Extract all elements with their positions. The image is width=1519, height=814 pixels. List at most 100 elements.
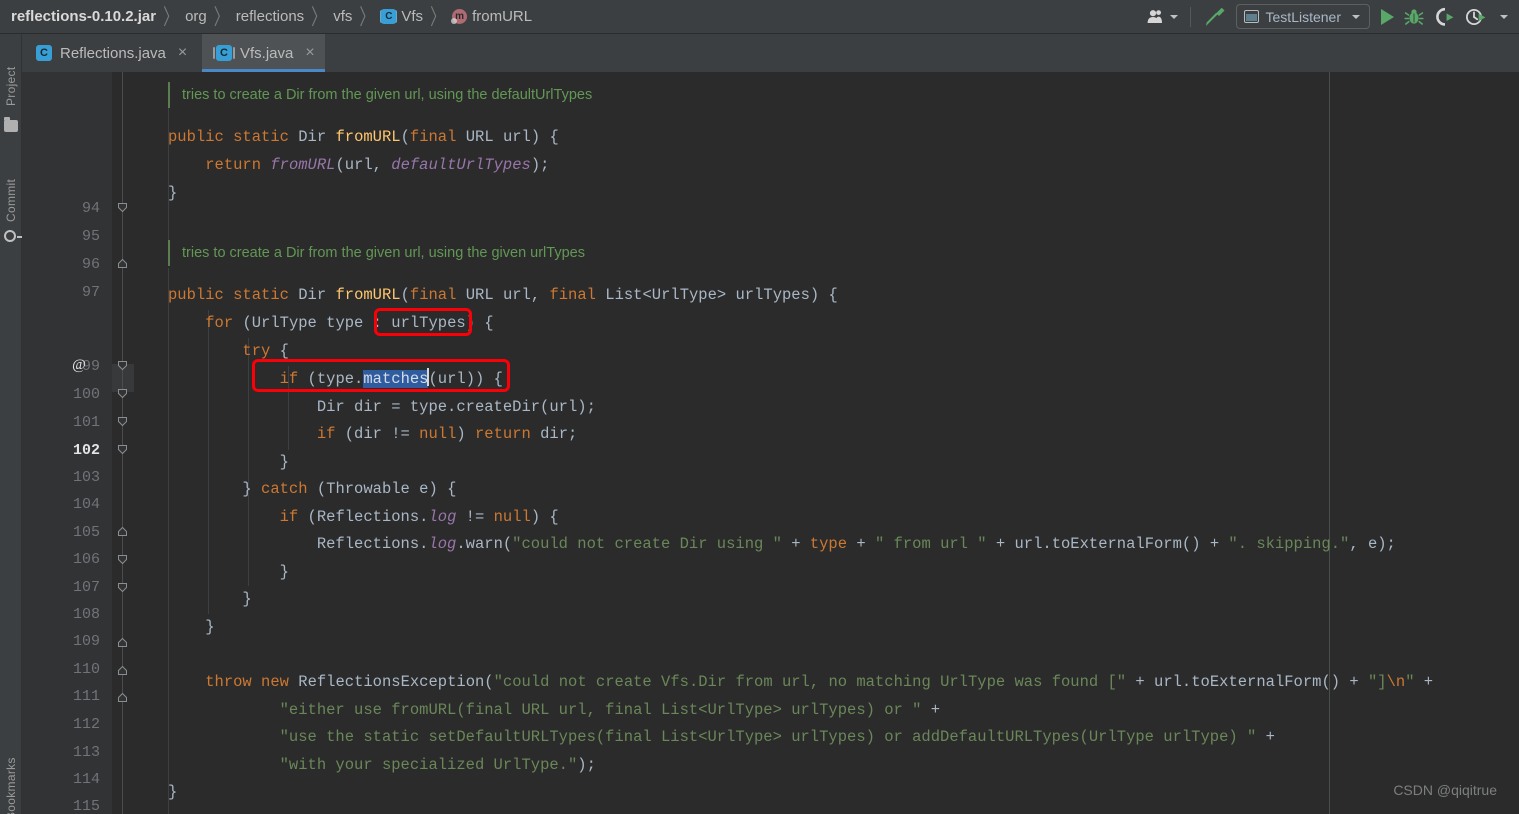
fold-marker-end[interactable] — [117, 258, 128, 269]
code-line-108[interactable]: Reflections.log.warn("could not create D… — [168, 530, 1396, 558]
code-line-113[interactable]: throw new ReflectionsException("could no… — [168, 668, 1433, 696]
class-icon: C — [381, 9, 396, 24]
chevron-down-icon — [1170, 15, 1178, 19]
fold-marker-expanded[interactable] — [117, 360, 128, 371]
code-line-112[interactable] — [168, 640, 177, 668]
breadcrumb-label: reflections — [236, 8, 304, 25]
run-play-icon — [1381, 9, 1394, 25]
fold-marker-expanded[interactable] — [117, 388, 128, 399]
line-number: 100 — [73, 381, 100, 409]
breadcrumb-separator: 〉 — [163, 1, 178, 31]
code-line-101[interactable]: try { — [168, 337, 289, 365]
code-line-97[interactable] — [168, 207, 177, 235]
user-profile-button[interactable] — [1142, 4, 1183, 30]
code-line-116[interactable]: "with your specialized UrlType."); — [168, 751, 596, 779]
breadcrumb-label: vfs — [333, 8, 352, 25]
fold-marker-expanded[interactable] — [117, 444, 128, 455]
sidebar-item-label: Commit — [4, 179, 18, 222]
breadcrumb-label: org — [185, 8, 207, 25]
code-line-105[interactable]: } — [168, 448, 289, 476]
breadcrumb-item-fromurl-method[interactable]: m fromURL — [452, 8, 532, 25]
line-number-current: 102 — [73, 437, 100, 465]
fold-marker-expanded[interactable] — [117, 554, 128, 565]
close-icon[interactable]: × — [305, 45, 314, 61]
line-number-gutter[interactable]: 94 95 96 97 99 100 101 102 103 104 105 1… — [22, 72, 112, 814]
code-line-114[interactable]: "either use fromURL(final URL url, final… — [168, 696, 940, 724]
run-with-profiler-icon — [1465, 7, 1486, 27]
code-line-95[interactable]: return fromURL(url, defaultUrlTypes); — [168, 151, 549, 179]
line-number: 114 — [73, 766, 100, 794]
java-class-icon: C — [36, 45, 52, 61]
run-configuration-selector[interactable]: TestListener — [1236, 4, 1370, 29]
right-margin-guide — [1329, 72, 1330, 814]
breadcrumb-label: reflections-0.10.2.jar — [11, 8, 156, 25]
code-line-100[interactable]: for (UrlType type : urlTypes) { — [168, 309, 494, 337]
tab-vfs-java[interactable]: C Vfs.java × — [202, 34, 325, 72]
commit-icon — [4, 230, 16, 242]
breadcrumb: reflections-0.10.2.jar 〉 org 〉 reflectio… — [0, 0, 532, 34]
toolbar-divider — [1190, 7, 1191, 27]
line-number: 96 — [82, 251, 100, 279]
code-line-110[interactable]: } — [168, 585, 252, 613]
fold-marker-expanded[interactable] — [117, 202, 128, 213]
code-line-94[interactable]: public static Dir fromURL(final URL url)… — [168, 123, 559, 151]
code-line-111[interactable]: } — [168, 613, 215, 641]
tab-reflections-java[interactable]: C Reflections.java × — [22, 34, 197, 72]
code-line-109[interactable]: } — [168, 558, 289, 586]
code-line-117[interactable]: } — [168, 778, 177, 806]
more-actions-button[interactable] — [1491, 4, 1513, 30]
code-line-102[interactable]: if (type.matches(url)) { — [168, 365, 503, 393]
sidebar-item-commit[interactable]: Commit — [0, 150, 22, 222]
debug-button[interactable] — [1399, 4, 1429, 30]
breadcrumb-separator: 〉 — [359, 1, 374, 31]
code-line-104[interactable]: if (dir != null) return dir; — [168, 420, 577, 448]
fold-marker-expanded[interactable] — [117, 582, 128, 593]
code-line-106[interactable]: } catch (Throwable e) { — [168, 475, 456, 503]
code-line-96[interactable]: } — [168, 179, 177, 207]
line-number: 101 — [73, 409, 100, 437]
fold-marker-end[interactable] — [117, 665, 128, 676]
doc-comment-bar — [168, 240, 170, 266]
line-number: 112 — [73, 711, 100, 739]
doc-comment[interactable]: tries to create a Dir from the given url… — [182, 81, 592, 109]
breadcrumb-item-reflections[interactable]: reflections — [236, 8, 304, 25]
editor-tab-bar: C Reflections.java × C Vfs.java × — [22, 34, 1519, 72]
application-window-icon — [1244, 10, 1259, 23]
build-button[interactable] — [1198, 4, 1234, 30]
run-configuration-label: TestListener — [1266, 9, 1341, 25]
watermark: CSDN @qiqitrue — [1393, 782, 1497, 798]
line-number: 108 — [73, 601, 100, 629]
method-icon: m — [452, 9, 467, 24]
breadcrumb-item-jar[interactable]: reflections-0.10.2.jar — [11, 8, 156, 25]
fold-marker-end[interactable] — [117, 637, 128, 648]
code-line-115[interactable]: "use the static setDefaultURLTypes(final… — [168, 723, 1275, 751]
breadcrumb-item-vfs-package[interactable]: vfs — [333, 8, 352, 25]
sidebar-item-project[interactable]: Project — [0, 38, 22, 106]
ide-window: reflections-0.10.2.jar 〉 org 〉 reflectio… — [0, 0, 1519, 814]
code-line-103[interactable]: Dir dir = type.createDir(url); — [168, 393, 596, 421]
close-icon[interactable]: × — [178, 45, 187, 61]
code-folding-gutter[interactable]: @ — [112, 72, 134, 814]
code-line-107[interactable]: if (Reflections.log != null) { — [168, 503, 559, 531]
line-number: 110 — [73, 656, 100, 684]
run-with-profiler-button[interactable] — [1460, 4, 1491, 30]
code-text-area[interactable]: tries to create a Dir from the given url… — [134, 72, 1519, 814]
run-with-coverage-icon — [1434, 7, 1455, 27]
annotation-gutter-icon[interactable]: @ — [70, 356, 88, 374]
fold-marker-end[interactable] — [117, 526, 128, 537]
breadcrumb-item-org[interactable]: org — [185, 8, 207, 25]
breadcrumb-item-vfs-class[interactable]: C Vfs — [381, 8, 423, 25]
sidebar-item-bookmarks[interactable]: Bookmarks — [0, 724, 22, 814]
run-button[interactable] — [1376, 4, 1399, 30]
fold-marker-end[interactable] — [117, 692, 128, 703]
breadcrumb-separator: 〉 — [311, 1, 326, 31]
code-line-99[interactable]: public static Dir fromURL(final URL url,… — [168, 281, 838, 309]
line-number: 113 — [73, 739, 100, 767]
fold-marker-expanded[interactable] — [117, 416, 128, 427]
line-number: 104 — [73, 491, 100, 519]
doc-comment[interactable]: tries to create a Dir from the given url… — [182, 239, 585, 267]
code-editor[interactable]: 94 95 96 97 99 100 101 102 103 104 105 1… — [22, 72, 1519, 814]
line-number: 107 — [73, 574, 100, 602]
run-with-coverage-button[interactable] — [1429, 4, 1460, 30]
sidebar-item-label: Project — [4, 67, 18, 106]
